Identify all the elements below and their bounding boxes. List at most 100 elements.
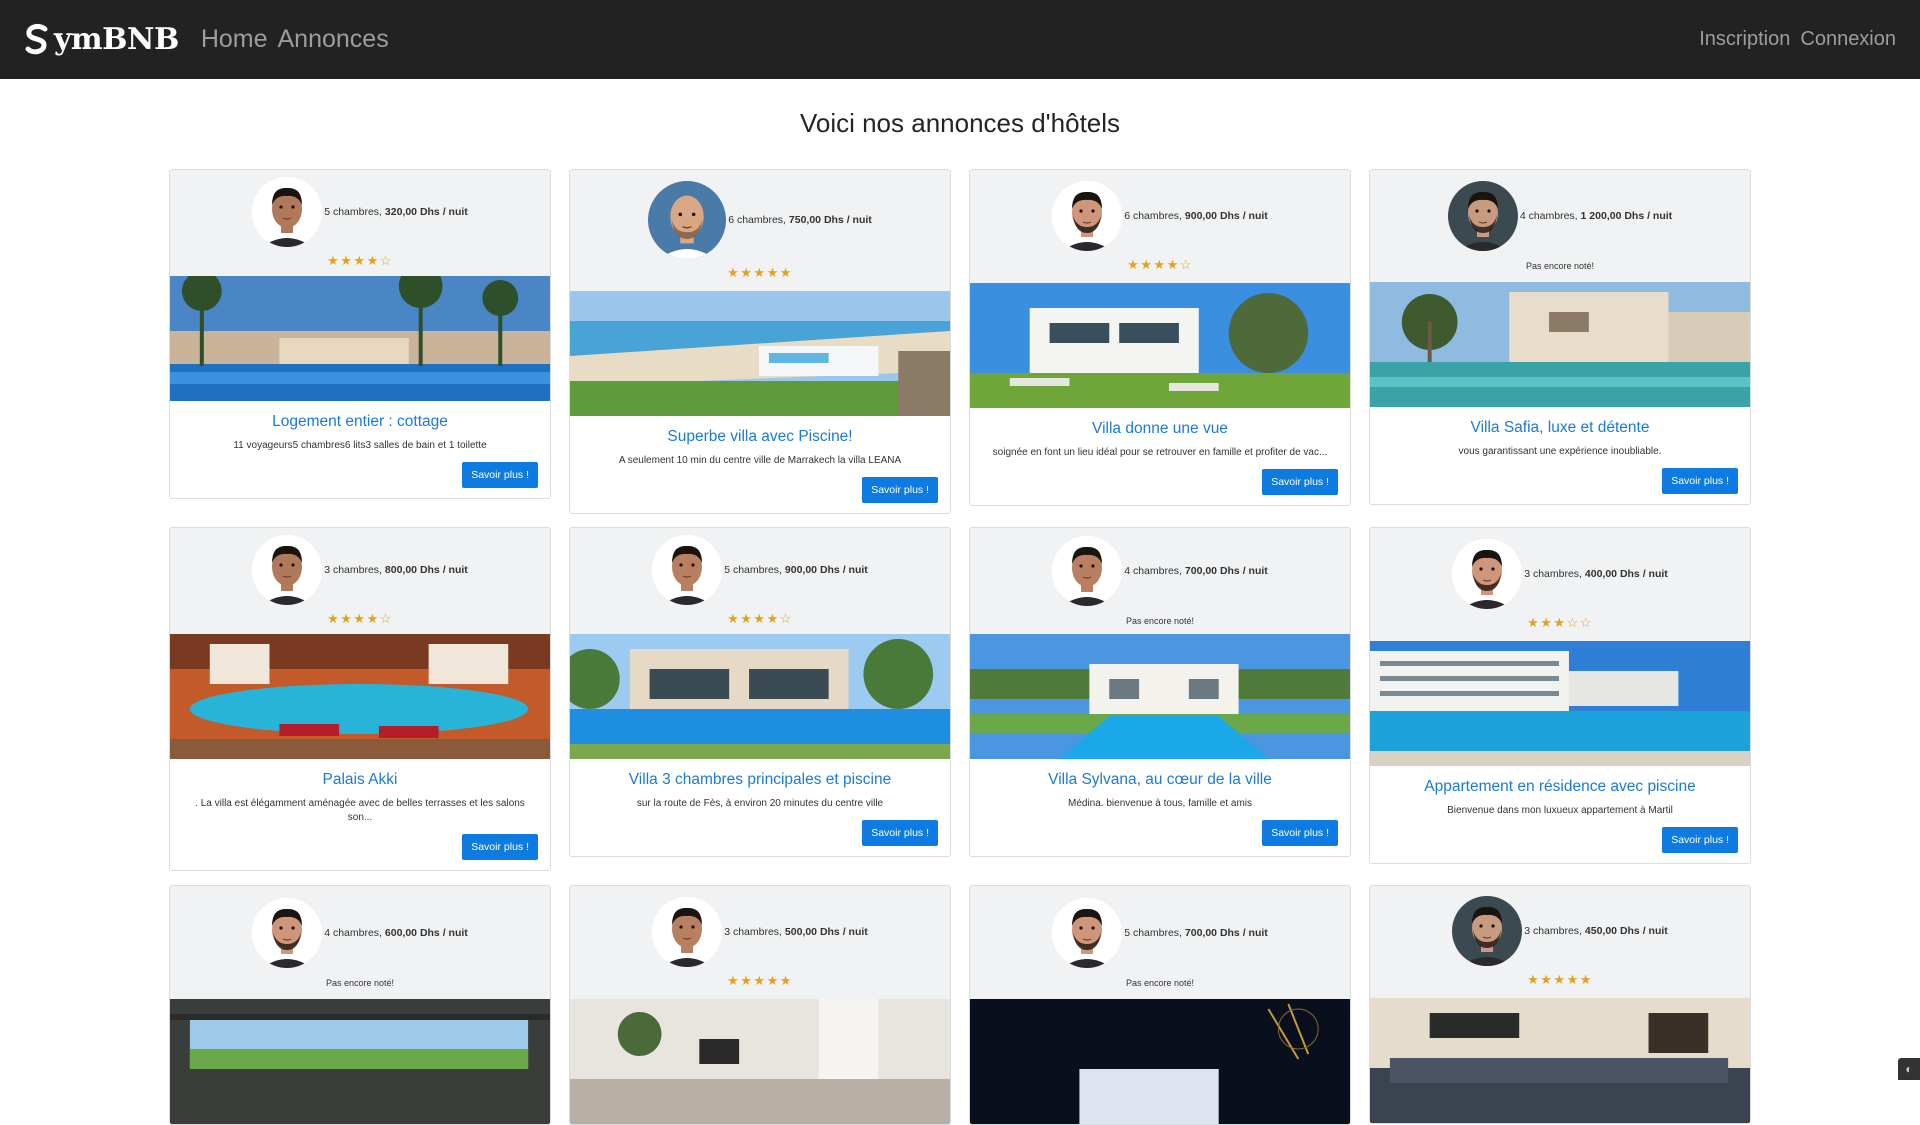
rooms-count: 4 chambres, — [1124, 565, 1185, 577]
host-avatar[interactable] — [1448, 181, 1518, 251]
price-per-night: 800,00 Dhs / nuit — [385, 564, 468, 576]
card-host-header: 6 chambres, 900,00 Dhs / nuit ★★★★☆ — [970, 170, 1350, 283]
avatar-photo — [652, 535, 722, 605]
listing-photo[interactable] — [570, 634, 950, 759]
listing-photo[interactable] — [970, 634, 1350, 759]
card-body: Villa 3 chambres principales et piscines… — [570, 759, 950, 856]
listing-photo[interactable] — [1370, 641, 1750, 766]
host-avatar[interactable] — [1052, 898, 1122, 968]
host-avatar[interactable] — [652, 535, 722, 605]
rating-stars: ★★★★☆ — [1127, 257, 1193, 273]
listing-photo[interactable] — [170, 276, 550, 401]
listing-title-link[interactable]: Villa 3 chambres principales et piscine — [582, 771, 938, 789]
listing-photo[interactable] — [1370, 282, 1750, 407]
savoir-plus-button[interactable]: Savoir plus ! — [1662, 468, 1738, 494]
listing-card: 5 chambres, 900,00 Dhs / nuit★★★★☆ Villa … — [569, 527, 951, 857]
rating-stars: ★★★★★ — [1527, 972, 1593, 988]
listing-card: 5 chambres, 320,00 Dhs / nuit ★★★★☆ Logeme… — [169, 169, 551, 499]
not-rated-label: Pas encore noté! — [1126, 978, 1194, 988]
listing-description: soignée en font un lieu idéal pour se re… — [982, 446, 1338, 460]
rooms-count: 6 chambres, — [728, 214, 789, 226]
listing-card: 4 chambres, 700,00 Dhs / nuitPas encore … — [969, 527, 1351, 857]
listing-title-link[interactable]: Appartement en résidence avec piscine — [1382, 778, 1738, 796]
avatar-photo — [1452, 896, 1522, 966]
savoir-plus-button[interactable]: Savoir plus ! — [862, 820, 938, 846]
listing-card: 6 chambres, 750,00 Dhs / nuit ★★★★★ Superb… — [569, 169, 951, 514]
listing-photo[interactable] — [570, 291, 950, 416]
listing-photo-image — [570, 634, 950, 759]
listing-photo[interactable] — [970, 999, 1350, 1124]
rating-stars: ★★★★☆ — [327, 253, 393, 269]
listing-photo[interactable] — [570, 999, 950, 1124]
rooms-price-info: 6 chambres, 900,00 Dhs / nuit — [1124, 210, 1268, 222]
brand-logo-link[interactable]: ymBNB — [24, 22, 179, 57]
price-per-night: 900,00 Dhs / nuit — [785, 564, 868, 576]
brand-s-icon — [24, 23, 52, 57]
savoir-plus-button[interactable]: Savoir plus ! — [462, 462, 538, 488]
host-avatar[interactable] — [648, 181, 726, 259]
listing-photo[interactable] — [1370, 998, 1750, 1123]
listing-card: 6 chambres, 900,00 Dhs / nuit ★★★★☆ Villa … — [969, 169, 1351, 506]
listing-title-link[interactable]: Villa Sylvana, au cœur de la ville — [982, 771, 1338, 789]
listing-photo-image — [570, 999, 950, 1124]
host-avatar[interactable] — [252, 177, 322, 247]
savoir-plus-button[interactable]: Savoir plus ! — [862, 477, 938, 503]
listing-title-link[interactable]: Logement entier : cottage — [182, 413, 538, 431]
rooms-price-info: 5 chambres, 320,00 Dhs / nuit — [324, 206, 468, 218]
listing-photo-image — [1370, 641, 1750, 766]
host-avatar[interactable] — [652, 897, 722, 967]
listing-photo-image — [170, 634, 550, 759]
listing-card: 4 chambres, 1 200,00 Dhs / nuitPas encor… — [1369, 169, 1751, 505]
listing-title-link[interactable]: Villa donne une vue — [982, 420, 1338, 438]
listing-description: A seulement 10 min du centre ville de Ma… — [582, 454, 938, 468]
nav-connexion[interactable]: Connexion — [1800, 28, 1896, 51]
savoir-plus-button[interactable]: Savoir plus ! — [462, 834, 538, 860]
rating-stars: ★★★★★ — [727, 265, 793, 281]
rooms-count: 3 chambres, — [1524, 568, 1585, 580]
host-avatar[interactable] — [252, 898, 322, 968]
rooms-price-info: 5 chambres, 700,00 Dhs / nuit — [1124, 927, 1268, 939]
card-body: Logement entier : cottage11 voyageurs5 c… — [170, 401, 550, 498]
not-rated-label: Pas encore noté! — [1126, 616, 1194, 626]
price-per-night: 750,00 Dhs / nuit — [789, 214, 872, 226]
rooms-price-info: 3 chambres, 400,00 Dhs / nuit — [1524, 568, 1668, 580]
price-per-night: 1 200,00 Dhs / nuit — [1581, 210, 1673, 222]
card-host-header: 4 chambres, 1 200,00 Dhs / nuitPas encor… — [1370, 170, 1750, 282]
rooms-price-info: 4 chambres, 1 200,00 Dhs / nuit — [1520, 210, 1672, 222]
nav-home[interactable]: Home — [201, 25, 268, 54]
listing-card: 3 chambres, 400,00 Dhs / nuit★★★☆☆Appart… — [1369, 527, 1751, 864]
card-host-header: 4 chambres, 600,00 Dhs / nuitPas encore … — [170, 886, 550, 999]
rooms-count: 4 chambres, — [1520, 210, 1581, 222]
card-host-header: 5 chambres, 320,00 Dhs / nuit ★★★★☆ — [170, 170, 550, 276]
host-avatar[interactable] — [252, 535, 322, 605]
listing-photo[interactable] — [170, 999, 550, 1124]
card-body: Villa Sylvana, au cœur de la villeMédina… — [970, 759, 1350, 856]
listing-photo-image — [1370, 282, 1750, 407]
rooms-price-info: 3 chambres, 500,00 Dhs / nuit — [724, 926, 868, 938]
listing-title-link[interactable]: Superbe villa avec Piscine! — [582, 428, 938, 446]
card-body: Superbe villa avec Piscine! A seulement 1… — [570, 416, 950, 513]
savoir-plus-button[interactable]: Savoir plus ! — [1262, 469, 1338, 495]
nav-annonces[interactable]: Annonces — [278, 25, 389, 54]
card-host-header: 5 chambres, 900,00 Dhs / nuit★★★★☆ — [570, 528, 950, 634]
card-host-header: 6 chambres, 750,00 Dhs / nuit ★★★★★ — [570, 170, 950, 291]
avatar-photo — [1448, 181, 1518, 251]
host-avatar[interactable] — [1452, 896, 1522, 966]
rooms-count: 5 chambres, — [324, 206, 385, 218]
debug-toolbar-icon[interactable]: ◐ — [1898, 1058, 1920, 1080]
host-avatar[interactable] — [1052, 536, 1122, 606]
price-per-night: 900,00 Dhs / nuit — [1185, 210, 1268, 222]
listing-title-link[interactable]: Palais Akki — [182, 771, 538, 789]
host-avatar[interactable] — [1052, 181, 1122, 251]
listing-photo[interactable] — [970, 283, 1350, 408]
avatar-photo — [648, 181, 726, 259]
savoir-plus-button[interactable]: Savoir plus ! — [1662, 827, 1738, 853]
listing-photo[interactable] — [170, 634, 550, 759]
card-body: Villa Safia, luxe et détentevous garanti… — [1370, 407, 1750, 504]
savoir-plus-button[interactable]: Savoir plus ! — [1262, 820, 1338, 846]
nav-inscription[interactable]: Inscription — [1699, 28, 1790, 51]
listing-photo-image — [970, 283, 1350, 408]
rooms-count: 3 chambres, — [724, 926, 785, 938]
host-avatar[interactable] — [1452, 539, 1522, 609]
listing-title-link[interactable]: Villa Safia, luxe et détente — [1382, 419, 1738, 437]
